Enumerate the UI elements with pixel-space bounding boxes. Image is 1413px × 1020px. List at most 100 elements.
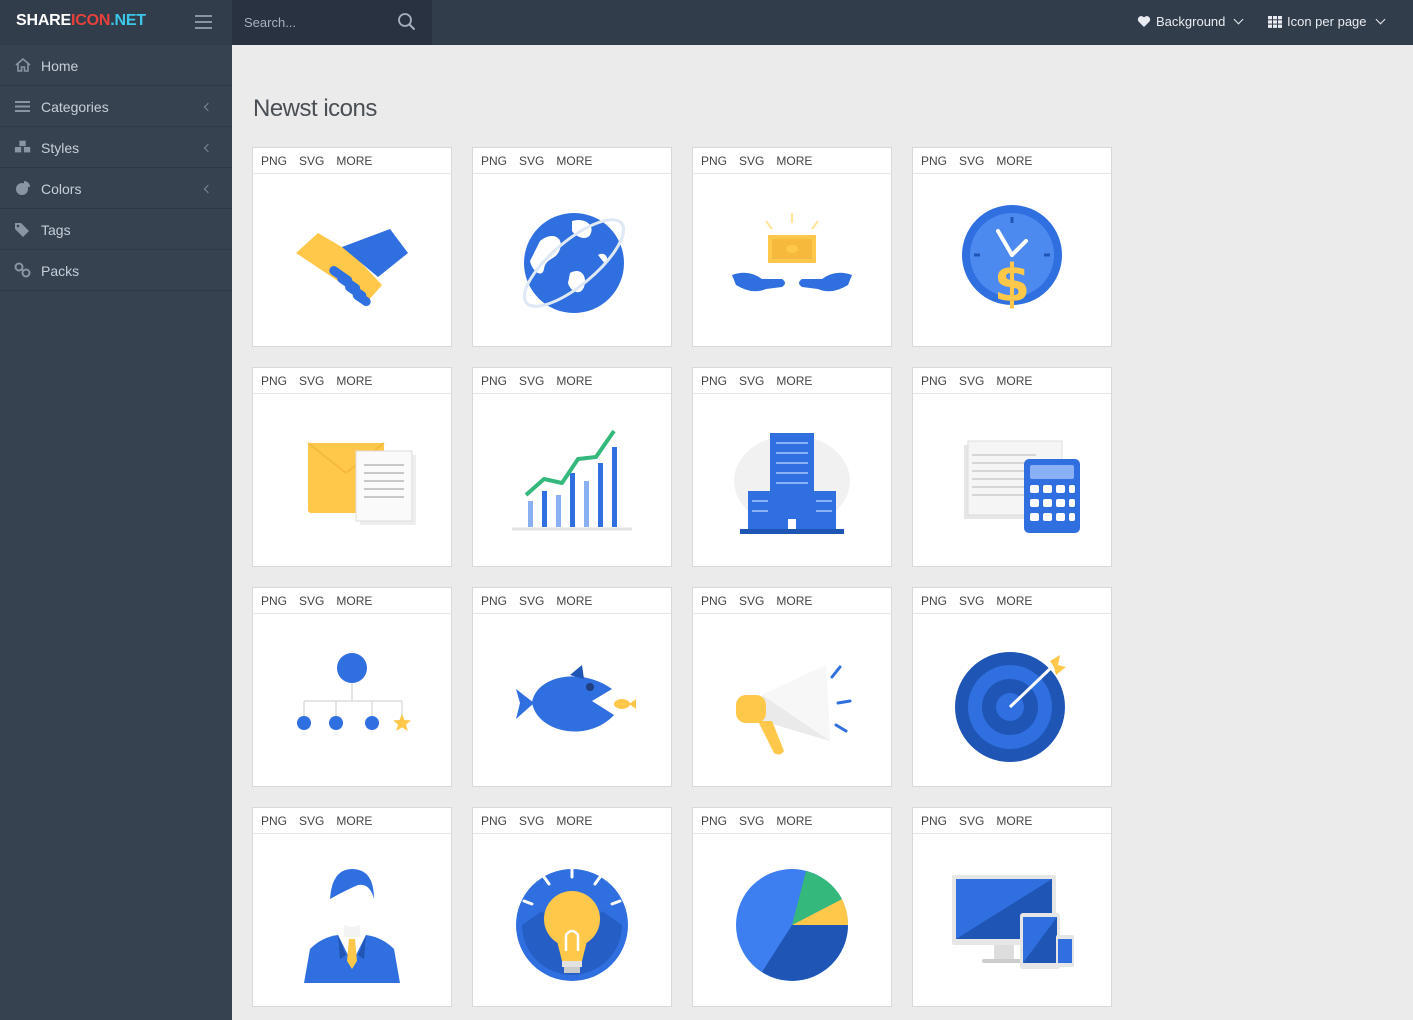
png-link[interactable]: PNG [261,814,287,828]
businessman-icon[interactable] [253,835,451,1006]
menu-toggle-icon[interactable] [195,15,212,29]
svg-link[interactable]: SVG [739,814,764,828]
more-link[interactable]: MORE [776,374,812,388]
svg-link[interactable]: SVG [739,374,764,388]
sidebar-item-tags[interactable]: Tags [0,209,232,250]
svg-link[interactable]: SVG [739,154,764,168]
svg-link[interactable]: SVG [959,154,984,168]
png-link[interactable]: PNG [921,814,947,828]
sidebar-item-packs[interactable]: Packs [0,250,232,291]
office-building-icon[interactable] [693,395,891,566]
svg-link[interactable]: SVG [519,814,544,828]
pie-chart-icon[interactable] [693,835,891,1006]
more-link[interactable]: MORE [336,154,372,168]
svg-link[interactable]: SVG [519,594,544,608]
svg-link[interactable]: SVG [299,594,324,608]
sidebar: Home Categories Styles Colors Tags Packs [0,45,232,1020]
more-link[interactable]: MORE [996,594,1032,608]
png-link[interactable]: PNG [701,594,727,608]
svg-link[interactable]: SVG [519,374,544,388]
card-actions: PNG SVG MORE [473,588,671,614]
sidebar-item-styles[interactable]: Styles [0,127,232,168]
more-link[interactable]: MORE [556,154,592,168]
png-link[interactable]: PNG [261,154,287,168]
icon-card[interactable]: PNG SVG MORE [912,587,1112,787]
svg-link[interactable]: SVG [299,814,324,828]
more-link[interactable]: MORE [336,594,372,608]
png-link[interactable]: PNG [261,594,287,608]
chevron-left-icon [203,143,213,153]
more-link[interactable]: MORE [776,814,812,828]
calculator-papers-icon[interactable] [913,395,1111,566]
more-link[interactable]: MORE [336,374,372,388]
png-link[interactable]: PNG [921,594,947,608]
megaphone-icon[interactable] [693,615,891,786]
globe-icon[interactable] [473,175,671,346]
growth-chart-icon[interactable] [473,395,671,566]
more-link[interactable]: MORE [996,374,1032,388]
icon-per-page-dropdown[interactable]: Icon per page [1268,14,1385,29]
icon-card[interactable]: PNG SVG MORE [252,147,452,347]
sidebar-item-home[interactable]: Home [0,45,232,86]
icon-card[interactable]: PNG SVG MORE [252,587,452,787]
svg-link[interactable]: SVG [959,814,984,828]
folder-documents-icon[interactable] [253,395,451,566]
chevron-left-icon [203,184,213,194]
lightbulb-icon[interactable] [473,835,671,1006]
clock-dollar-icon[interactable]: $ [913,175,1111,346]
icon-card[interactable]: PNG SVG MORE [692,367,892,567]
png-link[interactable]: PNG [481,594,507,608]
more-link[interactable]: MORE [556,594,592,608]
icon-card[interactable]: PNG SVG MORE $ [912,147,1112,347]
background-dropdown[interactable]: Background [1137,14,1244,29]
png-link[interactable]: PNG [701,374,727,388]
png-link[interactable]: PNG [701,814,727,828]
svg-link[interactable]: SVG [299,374,324,388]
icon-card[interactable]: PNG SVG MORE [692,587,892,787]
svg-link[interactable]: SVG [959,374,984,388]
sidebar-item-categories[interactable]: Categories [0,86,232,127]
png-link[interactable]: PNG [921,374,947,388]
more-link[interactable]: MORE [556,814,592,828]
icon-card[interactable]: PNG SVG MORE [252,367,452,567]
icon-card[interactable]: PNG SVG MORE [252,807,452,1007]
icon-card[interactable]: PNG SVG MORE [472,807,672,1007]
png-link[interactable]: PNG [701,154,727,168]
icon-card[interactable]: PNG SVG MORE [912,807,1112,1007]
icon-card[interactable]: PNG SVG MORE [472,367,672,567]
png-link[interactable]: PNG [261,374,287,388]
png-link[interactable]: PNG [921,154,947,168]
money-hands-icon[interactable] [693,175,891,346]
svg-link[interactable]: SVG [959,594,984,608]
more-link[interactable]: MORE [996,814,1032,828]
icon-card[interactable]: PNG SVG MORE [472,587,672,787]
more-link[interactable]: MORE [996,154,1032,168]
logo[interactable]: SHAREICON.NET [0,0,232,45]
target-icon[interactable] [913,615,1111,786]
more-link[interactable]: MORE [556,374,592,388]
sidebar-item-colors[interactable]: Colors [0,168,232,209]
icon-card[interactable]: PNG SVG MORE [472,147,672,347]
hierarchy-icon[interactable] [253,615,451,786]
big-fish-icon[interactable] [473,615,671,786]
png-link[interactable]: PNG [481,814,507,828]
sidebar-item-label: Colors [41,181,82,197]
png-link[interactable]: PNG [481,374,507,388]
icon-card[interactable]: PNG SVG MORE [912,367,1112,567]
svg-link[interactable]: SVG [739,594,764,608]
svg-link[interactable]: SVG [299,154,324,168]
card-actions: PNG SVG MORE [253,808,451,834]
icon-card[interactable]: PNG SVG MORE [692,147,892,347]
logo-text[interactable]: SHAREICON.NET [16,12,146,30]
search-input[interactable] [232,0,392,45]
icon-card[interactable]: PNG SVG MORE [692,807,892,1007]
more-link[interactable]: MORE [776,594,812,608]
devices-icon[interactable] [913,835,1111,1006]
more-link[interactable]: MORE [776,154,812,168]
svg-link[interactable]: SVG [519,154,544,168]
search-icon[interactable] [396,11,418,33]
home-icon [15,57,31,72]
handshake-icon[interactable] [253,175,451,346]
more-link[interactable]: MORE [336,814,372,828]
png-link[interactable]: PNG [481,154,507,168]
